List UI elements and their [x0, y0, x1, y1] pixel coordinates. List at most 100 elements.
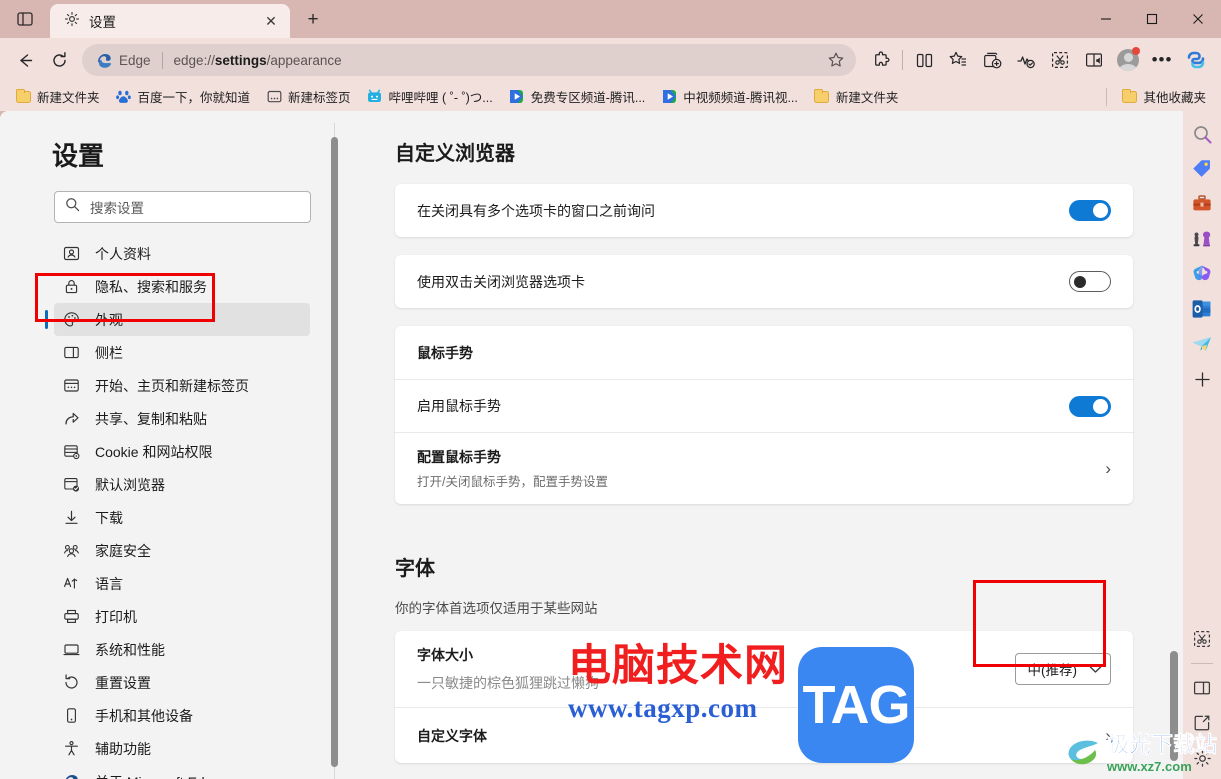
- sidebar-item-start-home-newtab[interactable]: 开始、主页和新建标签页: [54, 369, 310, 402]
- collections-button[interactable]: [975, 44, 1009, 76]
- web-capture-icon: [1051, 51, 1069, 69]
- toggle-double-click-close[interactable]: [1069, 271, 1111, 292]
- telegram-icon[interactable]: [1187, 329, 1217, 359]
- card-ask-before-closing: 在关闭具有多个选项卡的窗口之前询问: [395, 184, 1133, 237]
- other-favorites-button[interactable]: 其他收藏夹: [1114, 84, 1213, 109]
- search-icon[interactable]: [1187, 119, 1217, 149]
- toggle-enable-mouse-gestures[interactable]: [1069, 395, 1111, 417]
- settings-nav-scrollbar[interactable]: [331, 123, 338, 779]
- sidebar-item-cookies[interactable]: Cookie 和网站权限: [54, 435, 310, 468]
- star-icon: [828, 52, 844, 67]
- title-bar: 设置 ✕ +: [0, 0, 1221, 38]
- scrollbar-thumb[interactable]: [331, 137, 338, 767]
- row-custom-font[interactable]: 自定义字体 ›: [395, 707, 1133, 763]
- row-ask-before-closing[interactable]: 在关闭具有多个选项卡的窗口之前询问: [395, 184, 1133, 237]
- font-size-dropdown[interactable]: 中(推荐): [1014, 653, 1111, 685]
- sidebar-settings-icon[interactable]: [1187, 743, 1217, 773]
- sidebar-item-label: 手机和其他设备: [95, 707, 193, 724]
- chevron-down-icon: [1089, 662, 1102, 677]
- close-tab-button[interactable]: ✕: [260, 10, 282, 32]
- web-capture-icon[interactable]: [1187, 624, 1217, 654]
- sidebar-item-label: 隐私、搜索和服务: [95, 278, 207, 295]
- row-double-click-close[interactable]: 使用双击关闭浏览器选项卡: [395, 255, 1133, 308]
- phone-icon: [62, 706, 81, 725]
- sidebar-divider: [1191, 663, 1213, 664]
- chevron-right-icon[interactable]: ›: [1105, 726, 1111, 746]
- add-sidebar-app-icon[interactable]: [1187, 364, 1217, 394]
- more-options-button[interactable]: •••: [1145, 44, 1179, 76]
- split-screen-icon[interactable]: [1187, 673, 1217, 703]
- bookmark-item[interactable]: 新建标签页: [259, 84, 358, 109]
- printer-icon: [62, 607, 81, 626]
- bookmark-item[interactable]: 百度一下，你就知道: [109, 84, 258, 109]
- sidebar-item-languages[interactable]: 语言: [54, 567, 310, 600]
- maximize-button[interactable]: [1129, 0, 1175, 38]
- sidebar-item-label: 开始、主页和新建标签页: [95, 377, 249, 394]
- refresh-button[interactable]: [42, 44, 76, 76]
- scrollbar-thumb[interactable]: [1170, 651, 1178, 761]
- sidebar-item-family-safety[interactable]: 家庭安全: [54, 534, 310, 567]
- sidebar-item-system-performance[interactable]: 系统和性能: [54, 633, 310, 666]
- split-screen-button[interactable]: [907, 44, 941, 76]
- extensions-button[interactable]: [864, 44, 898, 76]
- microsoft-365-icon[interactable]: [1187, 259, 1217, 289]
- cookie-icon: [62, 442, 81, 461]
- bookmark-item[interactable]: 中视频频道-腾讯视...: [654, 84, 805, 109]
- web-capture-button[interactable]: [1043, 44, 1077, 76]
- row-font-size[interactable]: 字体大小 一只敏捷的棕色狐狸跳过懒狗 中(推荐): [395, 631, 1133, 707]
- bookmark-item[interactable]: 新建文件夹: [807, 84, 906, 109]
- address-bar[interactable]: Edge edge://settings/appearance: [82, 44, 856, 76]
- sidebar-item-label: 下载: [95, 509, 123, 526]
- toggle-ask-before-closing[interactable]: [1069, 200, 1111, 221]
- download-icon: [62, 508, 81, 527]
- row-configure-mouse-gestures[interactable]: 配置鼠标手势 打开/关闭鼠标手势，配置手势设置 ›: [395, 432, 1133, 504]
- bookmark-item[interactable]: 哔哩哔哩 ( ˚- ˚)つ...: [360, 84, 500, 109]
- bookmark-item[interactable]: 免费专区频道-腾讯...: [502, 84, 653, 109]
- sidebar-item-about-edge[interactable]: 关于 Microsoft Edge: [54, 765, 310, 779]
- row-control: ›: [1105, 726, 1111, 746]
- sidebar-item-sidebar[interactable]: 侧栏: [54, 336, 310, 369]
- browser-tab[interactable]: 设置 ✕: [50, 4, 290, 38]
- outlook-icon[interactable]: [1187, 294, 1217, 324]
- back-button[interactable]: [8, 44, 42, 76]
- read-aloud-button[interactable]: [1077, 44, 1111, 76]
- sidebar-item-label: 外观: [95, 311, 123, 328]
- sidebar-item-label: 关于 Microsoft Edge: [95, 772, 220, 779]
- sidebar-item-downloads[interactable]: 下载: [54, 501, 310, 534]
- chevron-right-icon[interactable]: ›: [1105, 459, 1111, 479]
- profile-button[interactable]: [1111, 44, 1145, 76]
- tab-search-button[interactable]: [0, 0, 50, 38]
- sidebar-item-accessibility[interactable]: 辅助功能: [54, 732, 310, 765]
- games-icon[interactable]: [1187, 224, 1217, 254]
- baidu-icon: [116, 89, 132, 105]
- copilot-button[interactable]: [1179, 44, 1213, 76]
- accessibility-icon: [62, 739, 81, 758]
- browser-essentials-button[interactable]: [1009, 44, 1043, 76]
- copilot-icon: [1187, 51, 1205, 69]
- sidebar-item-share-copy-paste[interactable]: 共享、复制和粘贴: [54, 402, 310, 435]
- close-window-button[interactable]: [1175, 0, 1221, 38]
- minimize-button[interactable]: [1083, 0, 1129, 38]
- bookmark-item[interactable]: 新建文件夹: [8, 84, 107, 109]
- bookmark-label: 新建标签页: [288, 91, 351, 105]
- sidebar-item-reset-settings[interactable]: 重置设置: [54, 666, 310, 699]
- tencent-video-icon: [661, 89, 677, 105]
- open-in-new-icon[interactable]: [1187, 708, 1217, 738]
- sidebar-item-appearance[interactable]: 外观: [45, 303, 310, 336]
- sidebar-item-printers[interactable]: 打印机: [54, 600, 310, 633]
- new-tab-button[interactable]: +: [298, 5, 328, 35]
- add-favorite-button[interactable]: [822, 46, 850, 74]
- sidebar-item-privacy[interactable]: 隐私、搜索和服务: [54, 270, 310, 303]
- favorites-button[interactable]: [941, 44, 975, 76]
- sidebar-item-default-browser[interactable]: 默认浏览器: [54, 468, 310, 501]
- sidebar-item-label: 辅助功能: [95, 740, 151, 757]
- settings-main-scrollbar[interactable]: [1170, 111, 1178, 779]
- sidebar-item-profile[interactable]: 个人资料: [54, 237, 310, 270]
- sidebar-item-phone-other-devices[interactable]: 手机和其他设备: [54, 699, 310, 732]
- search-settings-input[interactable]: 搜索设置: [54, 191, 311, 223]
- row-enable-mouse-gestures[interactable]: 启用鼠标手势: [395, 379, 1133, 432]
- palette-icon: [62, 310, 81, 329]
- tools-briefcase-icon[interactable]: [1187, 189, 1217, 219]
- shopping-tag-icon[interactable]: [1187, 154, 1217, 184]
- folder-icon: [1121, 88, 1137, 105]
